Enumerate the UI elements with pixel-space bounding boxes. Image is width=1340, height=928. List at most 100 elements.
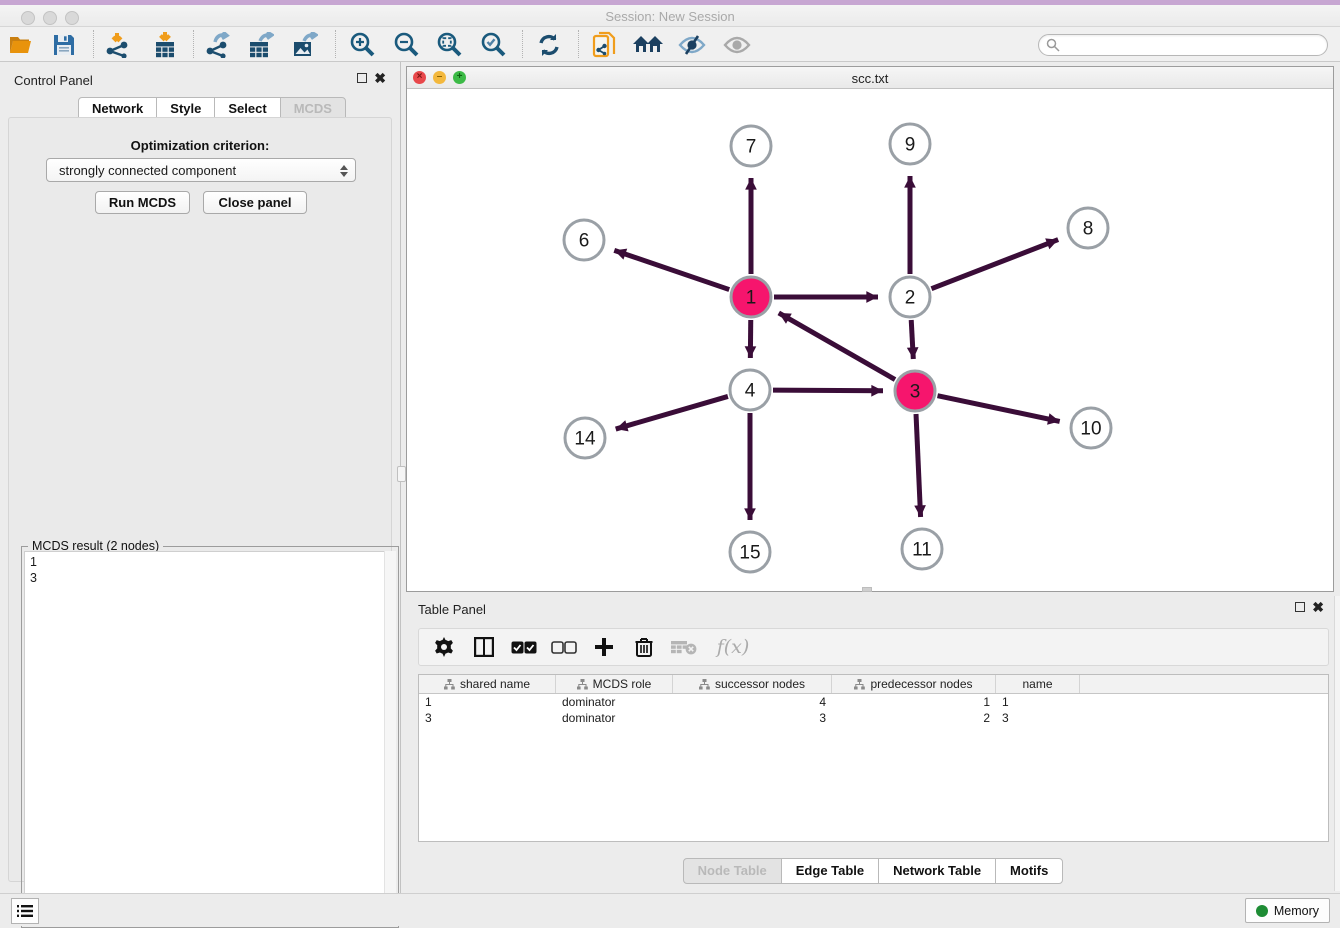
- graph-edge-3-11[interactable]: [916, 414, 921, 517]
- graph-edge-1-6[interactable]: [614, 250, 729, 289]
- node-table[interactable]: shared nameMCDS rolesuccessor nodesprede…: [418, 674, 1329, 842]
- network-resize-handle[interactable]: [862, 587, 872, 592]
- new-network-from-selection-icon[interactable]: [588, 30, 622, 60]
- zoom-selected-icon[interactable]: [476, 30, 510, 60]
- column-header-MCDS-role[interactable]: MCDS role: [556, 675, 673, 693]
- network-window-titlebar[interactable]: × – + scc.txt: [407, 67, 1333, 89]
- graph-edge-2-3[interactable]: [911, 320, 913, 359]
- table-cell[interactable]: 3: [996, 710, 1080, 726]
- select-all-checkboxes-icon[interactable]: [511, 634, 537, 660]
- table-cell[interactable]: dominator: [556, 694, 673, 710]
- control-panel-float-icon[interactable]: [357, 73, 367, 83]
- add-column-icon[interactable]: [591, 634, 617, 660]
- graph-node-8[interactable]: 8: [1068, 208, 1108, 248]
- graph-node-10[interactable]: 10: [1071, 408, 1111, 448]
- hide-graphics-details-icon[interactable]: [675, 30, 709, 60]
- import-table-icon[interactable]: [148, 30, 182, 60]
- zoom-fit-icon[interactable]: [432, 30, 466, 60]
- graph-node-2[interactable]: 2: [890, 277, 930, 317]
- save-session-icon[interactable]: [47, 30, 81, 60]
- table-row[interactable]: 1dominator411: [419, 694, 1328, 710]
- import-network-icon[interactable]: [101, 30, 135, 60]
- mcds-result-group: MCDS result (2 nodes) 13: [21, 546, 399, 928]
- control-panel: Control Panel ✖ NetworkStyleSelectMCDS O…: [0, 62, 401, 893]
- select-stepper-icon: [338, 162, 350, 180]
- graph-node-15[interactable]: 15: [730, 532, 770, 572]
- criterion-select[interactable]: strongly connected component: [46, 158, 356, 182]
- svg-text:8: 8: [1083, 219, 1094, 240]
- delete-column-icon[interactable]: [631, 634, 657, 660]
- column-header-shared-name[interactable]: shared name: [419, 675, 556, 693]
- export-table-icon[interactable]: [244, 30, 278, 60]
- graph-edge-2-8[interactable]: [931, 240, 1058, 289]
- mcds-result-line: 1: [30, 554, 390, 570]
- table-cell[interactable]: 1: [996, 694, 1080, 710]
- graph-edge-4-3[interactable]: [773, 390, 883, 391]
- table-cell[interactable]: 3: [419, 710, 556, 726]
- search-input[interactable]: [1060, 36, 1327, 54]
- graph-node-1[interactable]: 1: [731, 277, 771, 317]
- graph-edge-3-10[interactable]: [938, 396, 1060, 422]
- first-neighbors-icon[interactable]: [631, 30, 665, 60]
- table-toolbar: f(x): [418, 628, 1329, 666]
- table-cell[interactable]: 2: [832, 710, 996, 726]
- control-panel-close-icon[interactable]: ✖: [374, 73, 386, 83]
- function-builder-icon: f(x): [711, 634, 755, 660]
- mcds-result-line: 3: [30, 570, 390, 586]
- network-graph-canvas[interactable]: 7 9 6 8 1 2 4 3 14 10 15 11: [407, 89, 1333, 591]
- export-image-icon[interactable]: [288, 30, 322, 60]
- svg-text:11: 11: [912, 540, 932, 561]
- svg-text:1: 1: [746, 288, 757, 309]
- zoom-in-icon[interactable]: [345, 30, 379, 60]
- svg-text:15: 15: [739, 543, 760, 564]
- memory-button[interactable]: Memory: [1245, 898, 1330, 923]
- column-header-name[interactable]: name: [996, 675, 1080, 693]
- search-box[interactable]: [1038, 34, 1328, 56]
- graph-node-11[interactable]: 11: [902, 529, 942, 569]
- memory-status-icon: [1256, 905, 1268, 917]
- table-cell[interactable]: 1: [419, 694, 556, 710]
- close-panel-button[interactable]: Close panel: [203, 191, 307, 214]
- mcds-result-scrollbar[interactable]: [384, 551, 396, 925]
- export-network-icon[interactable]: [201, 30, 235, 60]
- deselect-all-checkboxes-icon[interactable]: [551, 634, 577, 660]
- tab-motifs[interactable]: Motifs: [995, 858, 1063, 884]
- graph-node-3[interactable]: 3: [895, 371, 935, 411]
- zoom-out-icon[interactable]: [389, 30, 423, 60]
- column-layout-icon[interactable]: [471, 634, 497, 660]
- toolbar-separator: [335, 30, 336, 58]
- tab-node-table[interactable]: Node Table: [683, 858, 782, 884]
- table-row[interactable]: 3dominator323: [419, 710, 1328, 726]
- graph-node-6[interactable]: 6: [564, 220, 604, 260]
- graph-edge-3-1[interactable]: [779, 313, 895, 380]
- table-cell[interactable]: 1: [832, 694, 996, 710]
- mcds-result-text[interactable]: 13: [24, 551, 396, 925]
- tab-edge-table[interactable]: Edge Table: [781, 858, 879, 884]
- task-history-button[interactable]: [11, 898, 39, 924]
- table-cell[interactable]: dominator: [556, 710, 673, 726]
- tab-network-table[interactable]: Network Table: [878, 858, 996, 884]
- graph-node-4[interactable]: 4: [730, 370, 770, 410]
- graph-node-9[interactable]: 9: [890, 124, 930, 164]
- table-cell[interactable]: 4: [673, 694, 832, 710]
- show-graphics-details-icon: [720, 30, 754, 60]
- run-mcds-button[interactable]: Run MCDS: [95, 191, 190, 214]
- settings-gear-icon[interactable]: [431, 634, 457, 660]
- table-cell[interactable]: 3: [673, 710, 832, 726]
- table-header-row: shared nameMCDS rolesuccessor nodesprede…: [419, 675, 1328, 694]
- svg-text:10: 10: [1080, 419, 1101, 440]
- column-header-predecessor-nodes[interactable]: predecessor nodes: [832, 675, 996, 693]
- window-title: Session: New Session: [0, 9, 1340, 24]
- graph-edge-4-14[interactable]: [616, 396, 728, 429]
- refresh-layout-icon[interactable]: [532, 30, 566, 60]
- column-header-successor-nodes[interactable]: successor nodes: [673, 675, 832, 693]
- optimization-criterion-label: Optimization criterion:: [9, 138, 391, 153]
- table-panel-close-icon[interactable]: ✖: [1312, 602, 1324, 612]
- table-panel-title: Table Panel: [418, 602, 486, 617]
- svg-text:4: 4: [745, 381, 756, 402]
- table-panel-float-icon[interactable]: [1295, 602, 1305, 612]
- graph-node-7[interactable]: 7: [731, 126, 771, 166]
- panel-splitter-handle[interactable]: [397, 466, 406, 482]
- open-session-icon[interactable]: [5, 30, 39, 60]
- graph-node-14[interactable]: 14: [565, 418, 605, 458]
